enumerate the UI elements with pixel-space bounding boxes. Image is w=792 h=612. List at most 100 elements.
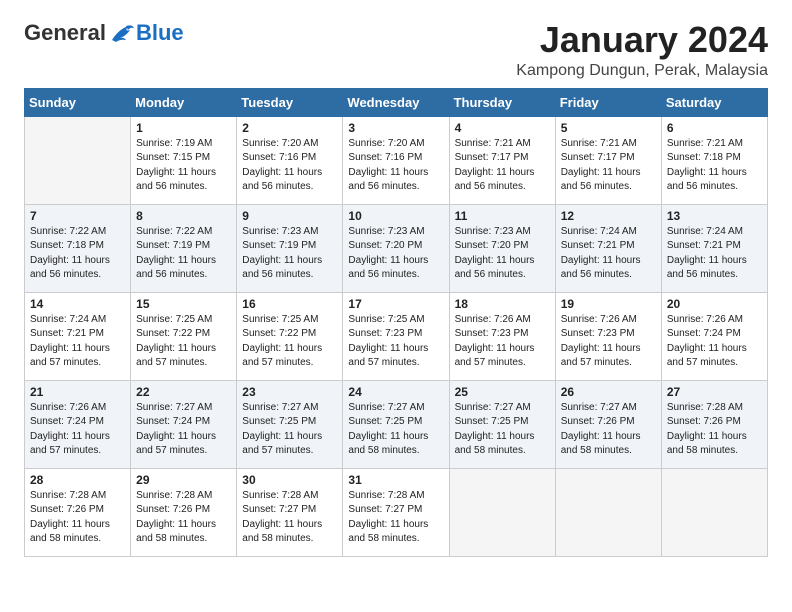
- calendar-cell: 18 Sunrise: 7:26 AM Sunset: 7:23 PM Dayli…: [449, 292, 555, 380]
- header-cell-tuesday: Tuesday: [237, 88, 343, 116]
- day-number: 2: [242, 121, 337, 135]
- page-header: General Blue January 2024 Kampong Dungun…: [24, 20, 768, 80]
- calendar-cell: [661, 468, 767, 556]
- day-info: Sunrise: 7:27 AM Sunset: 7:25 PM Dayligh…: [455, 401, 550, 459]
- day-number: 31: [348, 473, 443, 487]
- calendar-week-row: 28 Sunrise: 7:28 AM Sunset: 7:26 PM Dayli…: [25, 468, 768, 556]
- calendar-table: SundayMondayTuesdayWednesdayThursdayFrid…: [24, 88, 768, 557]
- title-block: January 2024 Kampong Dungun, Perak, Mala…: [516, 20, 768, 80]
- day-info: Sunrise: 7:22 AM Sunset: 7:18 PM Dayligh…: [30, 225, 125, 283]
- day-number: 27: [667, 385, 762, 399]
- day-info: Sunrise: 7:26 AM Sunset: 7:24 PM Dayligh…: [30, 401, 125, 459]
- day-info: Sunrise: 7:23 AM Sunset: 7:19 PM Dayligh…: [242, 225, 337, 283]
- calendar-week-row: 7 Sunrise: 7:22 AM Sunset: 7:18 PM Daylig…: [25, 204, 768, 292]
- calendar-cell: [555, 468, 661, 556]
- calendar-cell: 5 Sunrise: 7:21 AM Sunset: 7:17 PM Daylig…: [555, 116, 661, 204]
- day-info: Sunrise: 7:25 AM Sunset: 7:23 PM Dayligh…: [348, 313, 443, 371]
- calendar-cell: 24 Sunrise: 7:27 AM Sunset: 7:25 PM Dayli…: [343, 380, 449, 468]
- day-number: 16: [242, 297, 337, 311]
- day-number: 28: [30, 473, 125, 487]
- day-info: Sunrise: 7:23 AM Sunset: 7:20 PM Dayligh…: [348, 225, 443, 283]
- header-cell-wednesday: Wednesday: [343, 88, 449, 116]
- day-number: 6: [667, 121, 762, 135]
- calendar-body: 1 Sunrise: 7:19 AM Sunset: 7:15 PM Daylig…: [25, 116, 768, 556]
- day-number: 19: [561, 297, 656, 311]
- day-info: Sunrise: 7:28 AM Sunset: 7:27 PM Dayligh…: [348, 489, 443, 547]
- calendar-week-row: 1 Sunrise: 7:19 AM Sunset: 7:15 PM Daylig…: [25, 116, 768, 204]
- calendar-cell: 17 Sunrise: 7:25 AM Sunset: 7:23 PM Dayli…: [343, 292, 449, 380]
- calendar-cell: 23Sunrise: 7:27 AM Sunset: 7:25 PM Dayli…: [237, 380, 343, 468]
- day-number: 8: [136, 209, 231, 223]
- calendar-cell: 7 Sunrise: 7:22 AM Sunset: 7:18 PM Daylig…: [25, 204, 131, 292]
- header-cell-saturday: Saturday: [661, 88, 767, 116]
- day-number: 24: [348, 385, 443, 399]
- calendar-cell: 3Sunrise: 7:20 AM Sunset: 7:16 PM Daylig…: [343, 116, 449, 204]
- day-info: Sunrise: 7:22 AM Sunset: 7:19 PM Dayligh…: [136, 225, 231, 283]
- logo-bird-icon: [108, 22, 136, 44]
- calendar-cell: 13 Sunrise: 7:24 AM Sunset: 7:21 PM Dayli…: [661, 204, 767, 292]
- calendar-cell: 8 Sunrise: 7:22 AM Sunset: 7:19 PM Daylig…: [131, 204, 237, 292]
- day-info: Sunrise: 7:28 AM Sunset: 7:26 PM Dayligh…: [667, 401, 762, 459]
- calendar-cell: 14Sunrise: 7:24 AM Sunset: 7:21 PM Dayli…: [25, 292, 131, 380]
- day-info: Sunrise: 7:19 AM Sunset: 7:15 PM Dayligh…: [136, 137, 231, 195]
- day-number: 15: [136, 297, 231, 311]
- day-info: Sunrise: 7:28 AM Sunset: 7:27 PM Dayligh…: [242, 489, 337, 547]
- day-info: Sunrise: 7:24 AM Sunset: 7:21 PM Dayligh…: [561, 225, 656, 283]
- day-number: 7: [30, 209, 125, 223]
- day-info: Sunrise: 7:24 AM Sunset: 7:21 PM Dayligh…: [30, 313, 125, 371]
- day-info: Sunrise: 7:27 AM Sunset: 7:25 PM Dayligh…: [348, 401, 443, 459]
- day-info: Sunrise: 7:27 AM Sunset: 7:24 PM Dayligh…: [136, 401, 231, 459]
- calendar-cell: [449, 468, 555, 556]
- day-info: Sunrise: 7:25 AM Sunset: 7:22 PM Dayligh…: [242, 313, 337, 371]
- calendar-week-row: 14Sunrise: 7:24 AM Sunset: 7:21 PM Dayli…: [25, 292, 768, 380]
- calendar-cell: 16 Sunrise: 7:25 AM Sunset: 7:22 PM Dayli…: [237, 292, 343, 380]
- calendar-cell: 10Sunrise: 7:23 AM Sunset: 7:20 PM Dayli…: [343, 204, 449, 292]
- calendar-cell: 26Sunrise: 7:27 AM Sunset: 7:26 PM Dayli…: [555, 380, 661, 468]
- calendar-cell: 25Sunrise: 7:27 AM Sunset: 7:25 PM Dayli…: [449, 380, 555, 468]
- day-number: 5: [561, 121, 656, 135]
- day-number: 13: [667, 209, 762, 223]
- day-info: Sunrise: 7:20 AM Sunset: 7:16 PM Dayligh…: [242, 137, 337, 195]
- calendar-cell: 1 Sunrise: 7:19 AM Sunset: 7:15 PM Daylig…: [131, 116, 237, 204]
- day-info: Sunrise: 7:24 AM Sunset: 7:21 PM Dayligh…: [667, 225, 762, 283]
- month-title: January 2024: [516, 20, 768, 60]
- calendar-cell: 28Sunrise: 7:28 AM Sunset: 7:26 PM Dayli…: [25, 468, 131, 556]
- day-number: 1: [136, 121, 231, 135]
- header-cell-sunday: Sunday: [25, 88, 131, 116]
- day-number: 9: [242, 209, 337, 223]
- day-info: Sunrise: 7:26 AM Sunset: 7:23 PM Dayligh…: [455, 313, 550, 371]
- calendar-cell: 31 Sunrise: 7:28 AM Sunset: 7:27 PM Dayli…: [343, 468, 449, 556]
- calendar-cell: 6 Sunrise: 7:21 AM Sunset: 7:18 PM Daylig…: [661, 116, 767, 204]
- day-info: Sunrise: 7:25 AM Sunset: 7:22 PM Dayligh…: [136, 313, 231, 371]
- day-number: 29: [136, 473, 231, 487]
- location-title: Kampong Dungun, Perak, Malaysia: [516, 62, 768, 80]
- logo-general: General: [24, 20, 106, 46]
- calendar-cell: 4 Sunrise: 7:21 AM Sunset: 7:17 PM Daylig…: [449, 116, 555, 204]
- day-info: Sunrise: 7:21 AM Sunset: 7:17 PM Dayligh…: [561, 137, 656, 195]
- day-number: 11: [455, 209, 550, 223]
- calendar-cell: 27 Sunrise: 7:28 AM Sunset: 7:26 PM Dayli…: [661, 380, 767, 468]
- day-number: 3: [348, 121, 443, 135]
- day-number: 18: [455, 297, 550, 311]
- day-info: Sunrise: 7:27 AM Sunset: 7:25 PM Dayligh…: [242, 401, 337, 459]
- logo: General Blue: [24, 20, 184, 46]
- calendar-cell: 19Sunrise: 7:26 AM Sunset: 7:23 PM Dayli…: [555, 292, 661, 380]
- day-info: Sunrise: 7:21 AM Sunset: 7:18 PM Dayligh…: [667, 137, 762, 195]
- day-number: 30: [242, 473, 337, 487]
- calendar-cell: 9 Sunrise: 7:23 AM Sunset: 7:19 PM Daylig…: [237, 204, 343, 292]
- day-number: 4: [455, 121, 550, 135]
- day-number: 26: [561, 385, 656, 399]
- day-info: Sunrise: 7:21 AM Sunset: 7:17 PM Dayligh…: [455, 137, 550, 195]
- day-number: 21: [30, 385, 125, 399]
- calendar-cell: 22 Sunrise: 7:27 AM Sunset: 7:24 PM Dayli…: [131, 380, 237, 468]
- day-number: 20: [667, 297, 762, 311]
- header-cell-friday: Friday: [555, 88, 661, 116]
- day-number: 17: [348, 297, 443, 311]
- header-cell-monday: Monday: [131, 88, 237, 116]
- day-info: Sunrise: 7:28 AM Sunset: 7:26 PM Dayligh…: [136, 489, 231, 547]
- calendar-cell: 20Sunrise: 7:26 AM Sunset: 7:24 PM Dayli…: [661, 292, 767, 380]
- day-number: 22: [136, 385, 231, 399]
- calendar-cell: 15 Sunrise: 7:25 AM Sunset: 7:22 PM Dayli…: [131, 292, 237, 380]
- calendar-header-row: SundayMondayTuesdayWednesdayThursdayFrid…: [25, 88, 768, 116]
- calendar-cell: 2 Sunrise: 7:20 AM Sunset: 7:16 PM Daylig…: [237, 116, 343, 204]
